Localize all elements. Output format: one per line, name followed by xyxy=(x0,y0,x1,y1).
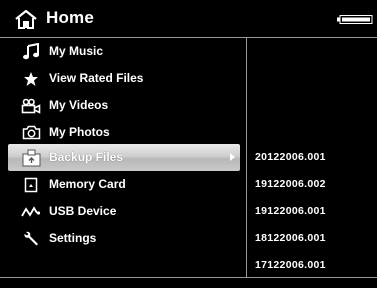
backup-folder-icon xyxy=(21,148,41,167)
wrench-icon xyxy=(21,229,41,248)
menu-item-usb-device[interactable]: USB Device xyxy=(0,198,246,225)
battery-icon xyxy=(337,15,373,24)
menu-item-view-rated-files[interactable]: View Rated Files xyxy=(0,65,246,92)
file-item[interactable]: 17122006.001 xyxy=(255,259,326,271)
footer-divider xyxy=(0,277,377,278)
menu-item-memory-card[interactable]: Memory Card xyxy=(0,171,246,198)
menu-item-label: Memory Card xyxy=(49,177,126,191)
menu-item-label: My Videos xyxy=(49,98,109,112)
menu-item-settings[interactable]: Settings xyxy=(0,225,246,252)
menu-item-label: My Music xyxy=(49,44,104,58)
header-bar: Home xyxy=(0,0,377,36)
file-item[interactable]: 18122006.001 xyxy=(255,232,326,244)
file-item[interactable]: 20122006.001 xyxy=(255,151,326,163)
menu-item-label: My Photos xyxy=(49,125,110,139)
page-title: Home xyxy=(46,8,95,27)
video-camera-icon xyxy=(21,96,41,115)
menu-item-my-music[interactable]: My Music xyxy=(0,38,246,65)
column-divider xyxy=(246,38,247,277)
file-item[interactable]: 19122006.002 xyxy=(255,178,326,190)
menu-item-label: USB Device xyxy=(49,204,117,218)
star-icon xyxy=(21,69,41,88)
music-note-icon xyxy=(21,42,41,61)
menu-item-backup-files[interactable]: Backup Files xyxy=(8,144,240,171)
home-icon[interactable] xyxy=(14,8,38,30)
usb-icon xyxy=(21,202,41,221)
menu-item-label: View Rated Files xyxy=(49,71,144,85)
file-item[interactable]: 19122006.001 xyxy=(255,205,326,217)
chevron-right-icon xyxy=(230,153,235,161)
menu-item-my-videos[interactable]: My Videos xyxy=(0,92,246,119)
menu-item-label: Settings xyxy=(49,231,97,245)
menu-item-label: Backup Files xyxy=(49,150,124,164)
memory-card-icon xyxy=(21,175,41,194)
menu-item-my-photos[interactable]: My Photos xyxy=(0,119,246,146)
photo-camera-icon xyxy=(21,123,41,142)
